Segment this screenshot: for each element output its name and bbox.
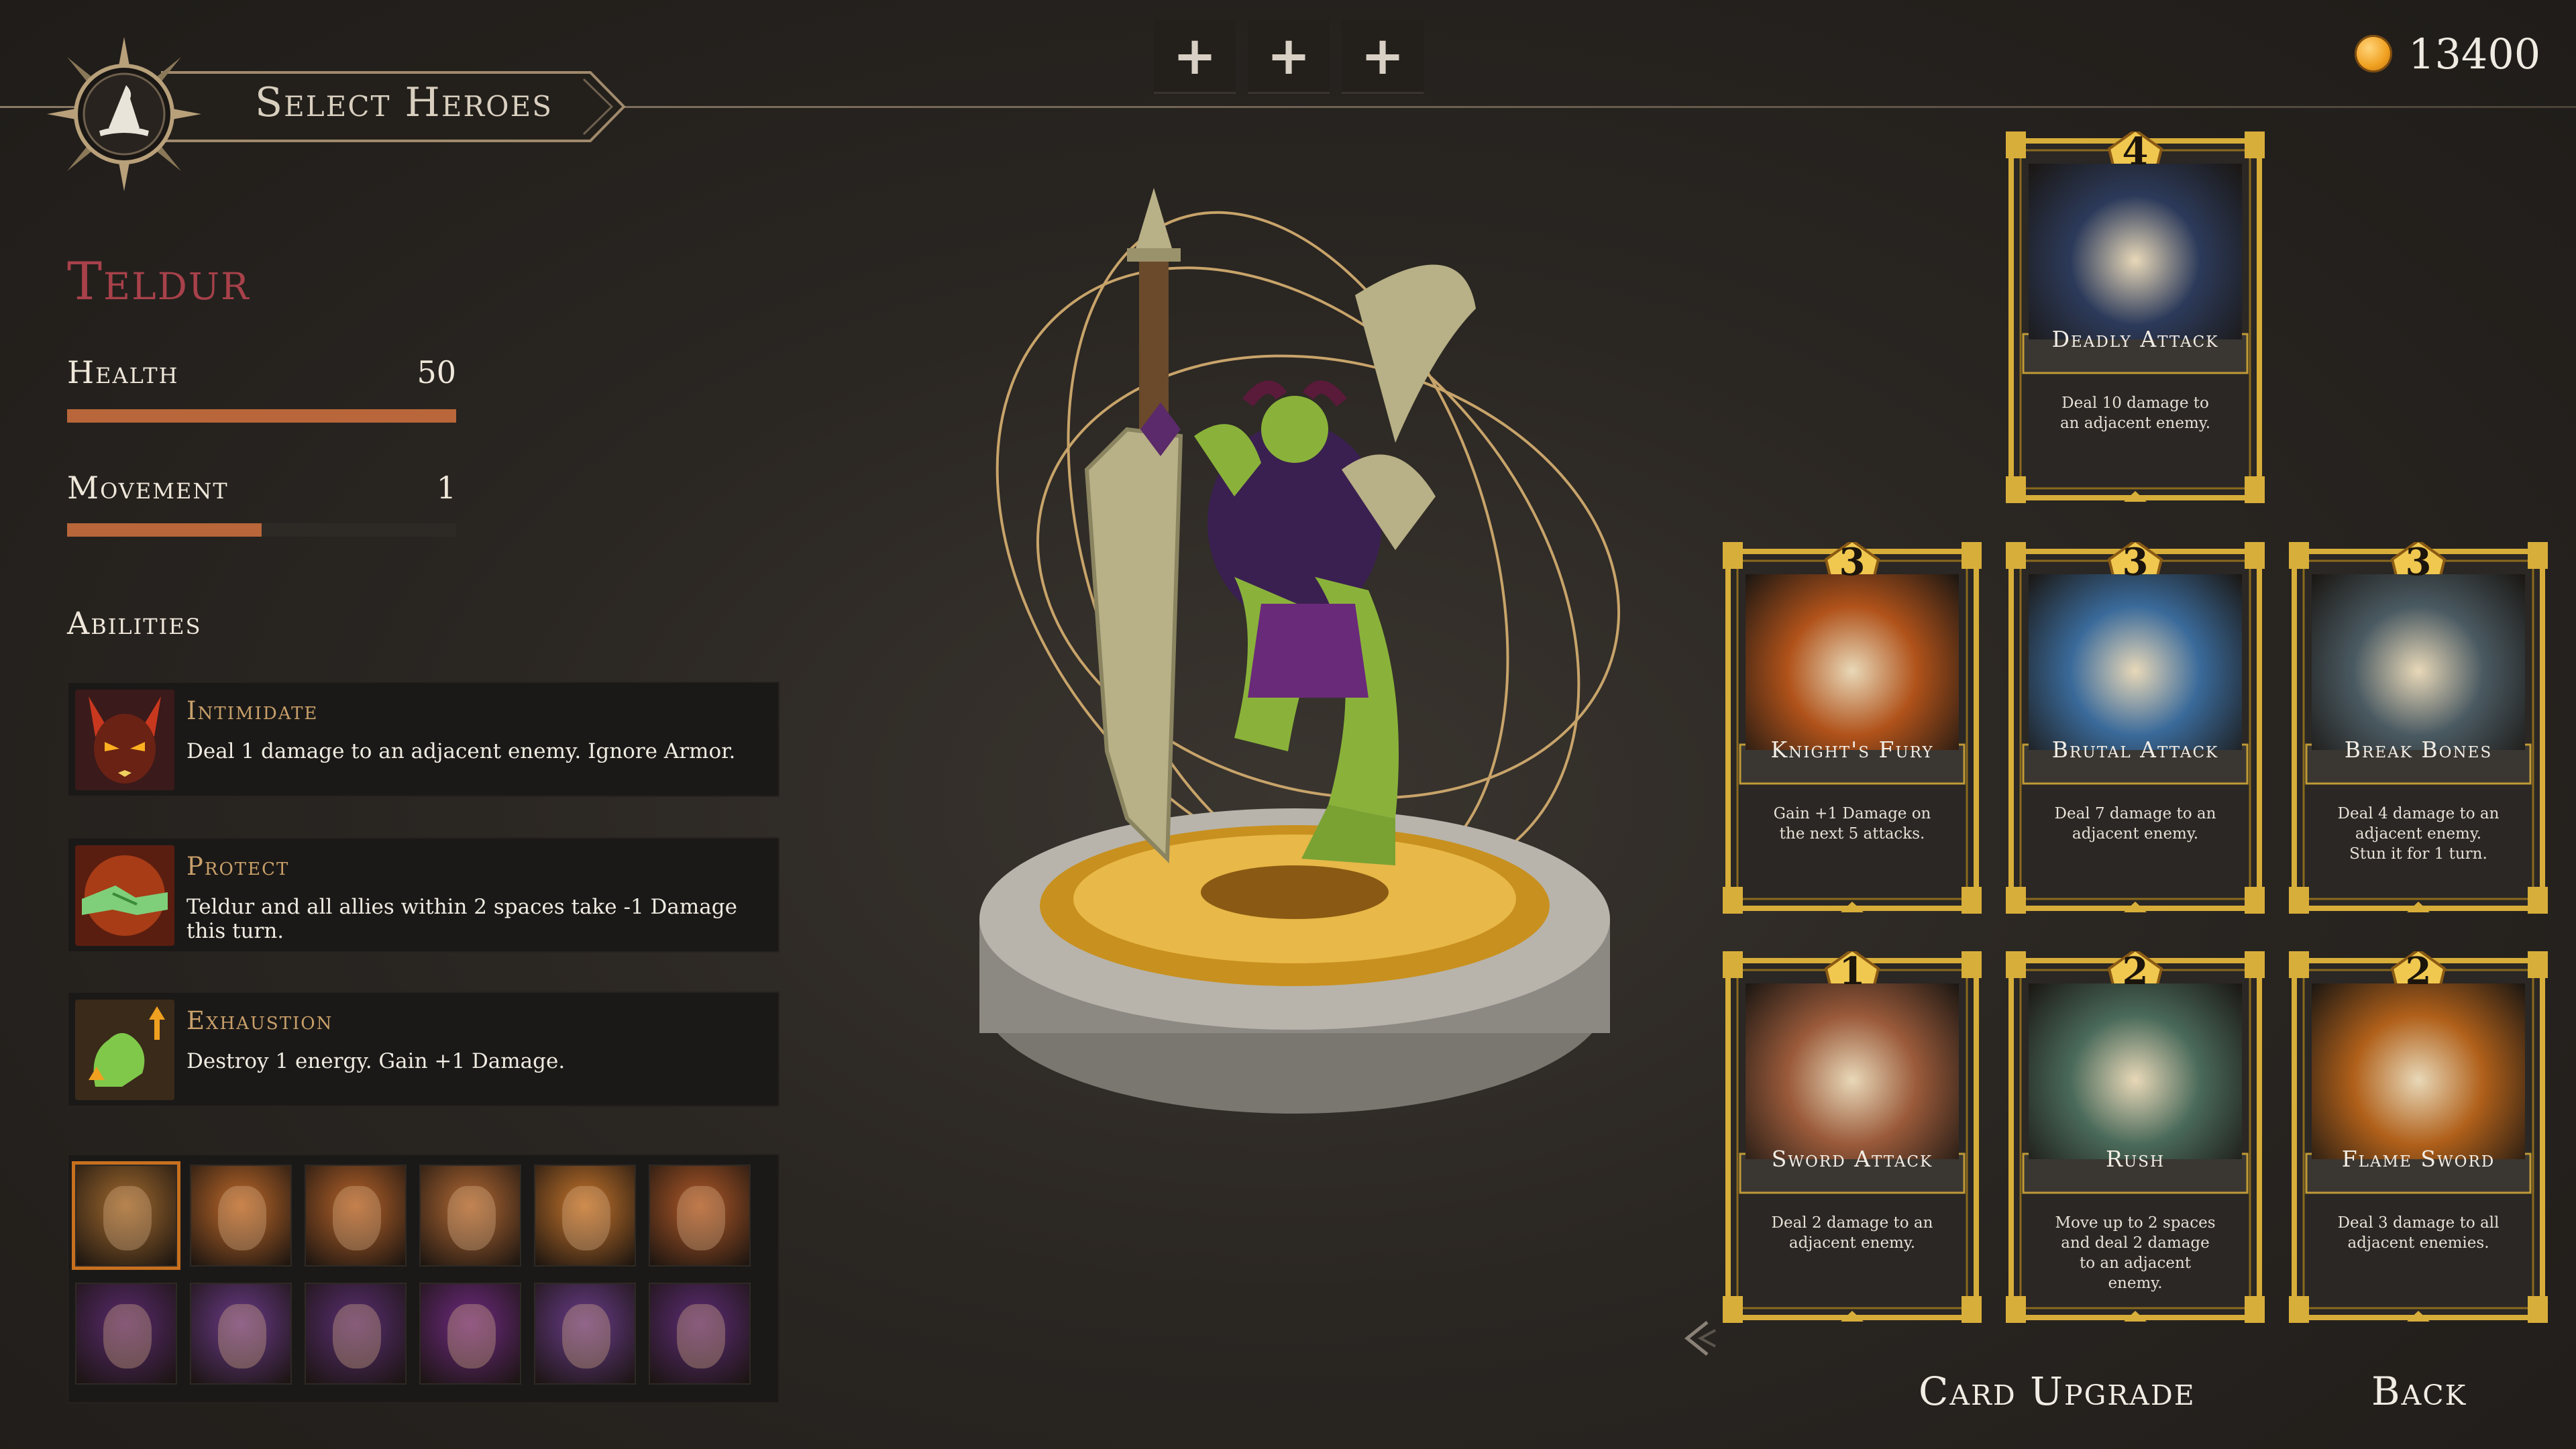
ability-name: Intimidate [186,696,319,725]
portrait-face [677,1304,725,1368]
card-name: Deadly Attack [2051,326,2219,352]
health-bar [67,409,456,423]
portrait-masked-elf[interactable] [419,1165,521,1267]
portrait-face [103,1304,152,1368]
card-art [2029,574,2242,750]
back-button[interactable]: Back [2371,1368,2467,1414]
wizard-hat-icon [47,37,201,191]
portrait-dwarf[interactable] [534,1165,636,1267]
ability-name: Protect [186,852,290,881]
card-flame-sword[interactable]: 2 Flame Sword Deal 3 damage to all adjacen… [2289,949,2548,1323]
flexed-arm-icon [75,1000,174,1100]
stat-health-label: Health [67,354,179,390]
card-name: Break Bones [2344,737,2493,763]
portrait-face [218,1186,266,1250]
card-art [1746,983,1959,1159]
add-hero-slot-2[interactable]: + [1248,20,1330,94]
gold-amount: 13400 [2408,30,2541,78]
card-cost: 2 [2122,949,2149,994]
hero-name: Teldur [67,252,250,312]
card-description: Move up to 2 spaces and deal 2 damage to… [2055,1214,2216,1292]
portrait-face [218,1304,266,1368]
card-description: Deal 4 damage to an adjacent enemy. Stun… [2337,805,2500,863]
card-break-bones[interactable]: 3 Break Bones Deal 4 damage to an adjacent… [2289,540,2548,914]
card-cost: 1 [1839,949,1866,994]
card-rush[interactable]: 2 Rush Move up to 2 spaces and deal 2 dama… [2006,949,2265,1323]
portrait-face [333,1186,381,1250]
portrait-face [447,1304,496,1368]
ability-name: Exhaustion [186,1006,333,1035]
card-deadly-attack[interactable]: 4 Deadly Attack Deal 10 damage to an adjac… [2006,129,2265,503]
ability-description: Deal 1 damage to an adjacent enemy. Igno… [186,739,736,763]
portrait-face [333,1304,381,1368]
card-cost: 4 [2122,129,2149,174]
ability-intimidate[interactable]: Intimidate Deal 1 damage to an adjacent … [67,682,780,797]
portrait-face [562,1304,610,1368]
card-name: Knight's Fury [1770,737,1934,763]
portrait-face [562,1186,610,1250]
portrait-hooded-rogue[interactable] [649,1165,751,1267]
portrait-monk[interactable] [305,1283,407,1385]
portrait-white-hair-elf[interactable] [534,1283,636,1385]
portrait-warrior-woman[interactable] [649,1283,751,1385]
card-name: Brutal Attack [2051,737,2219,763]
health-bar-fill [67,409,456,423]
portrait-werewolf[interactable] [190,1283,292,1385]
ability-description: Destroy 1 energy. Gain +1 Damage. [186,1049,566,1073]
hero-roster [67,1154,780,1403]
chevron-left-icon[interactable] [1680,1318,1721,1358]
card-cost: 3 [1839,540,1866,584]
abilities-heading: Abilities [67,605,202,641]
stat-movement-value: 1 [436,470,456,506]
card-name: Sword Attack [1771,1146,1933,1172]
card-sword-attack[interactable]: 1 Sword Attack Deal 2 damage to an adjacen… [1723,949,1982,1323]
card-art [1746,574,1959,750]
card-name: Flame Sword [2341,1146,2496,1172]
card-cost: 3 [2122,540,2149,584]
portrait-horned-sorceress[interactable] [419,1283,521,1385]
card-description: Deal 7 damage to an adjacent enemy. [2054,805,2216,843]
card-art [2312,574,2525,750]
ability-exhaustion[interactable]: Exhaustion Destroy 1 energy. Gain +1 Dam… [67,991,780,1107]
card-art [2312,983,2525,1159]
demon-face-icon [75,690,174,790]
movement-bar-fill [67,523,262,537]
portrait-red-witch[interactable] [75,1283,177,1385]
ability-protect[interactable]: Protect Teldur and all allies within 2 s… [67,837,780,953]
gold-coin-icon [2355,35,2392,72]
portrait-bald-warrior[interactable] [305,1165,407,1267]
portrait-face [447,1186,496,1250]
card-description: Deal 2 damage to an adjacent enemy. [1771,1214,1933,1252]
movement-bar [67,523,456,537]
page-title: Select Heroes [255,79,553,126]
card-cost: 2 [2405,949,2432,994]
hero-model[interactable] [885,148,1690,1167]
card-art [2029,164,2242,339]
stat-movement-label: Movement [67,470,229,506]
card-art [2029,983,2242,1159]
portrait-face [677,1186,725,1250]
portrait-face [103,1186,152,1250]
card-cost: 3 [2405,540,2432,584]
add-hero-slot-1[interactable]: + [1154,20,1236,94]
card-knights-fury[interactable]: 3 Knight's Fury Gain +1 Damage on the next… [1723,540,1982,914]
card-description: Deal 3 damage to all adjacent enemies. [2337,1214,2500,1252]
handshake-icon [75,845,174,946]
portrait-mohawk-orc[interactable] [190,1165,292,1267]
portrait-lizardman[interactable] [72,1161,180,1270]
add-hero-slot-3[interactable]: + [1342,20,1424,94]
card-description: Deal 10 damage to an adjacent enemy. [2059,394,2211,432]
card-upgrade-button[interactable]: Card Upgrade [1919,1368,2196,1414]
card-description: Gain +1 Damage on the next 5 attacks. [1773,805,1931,843]
card-name: Rush [2105,1146,2165,1172]
ability-description: Teldur and all allies within 2 spaces ta… [186,895,737,943]
card-brutal-attack[interactable]: 3 Brutal Attack Deal 7 damage to an adjace… [2006,540,2265,914]
stat-health-value: 50 [417,354,456,390]
party-slots: + + + [1154,20,1436,94]
